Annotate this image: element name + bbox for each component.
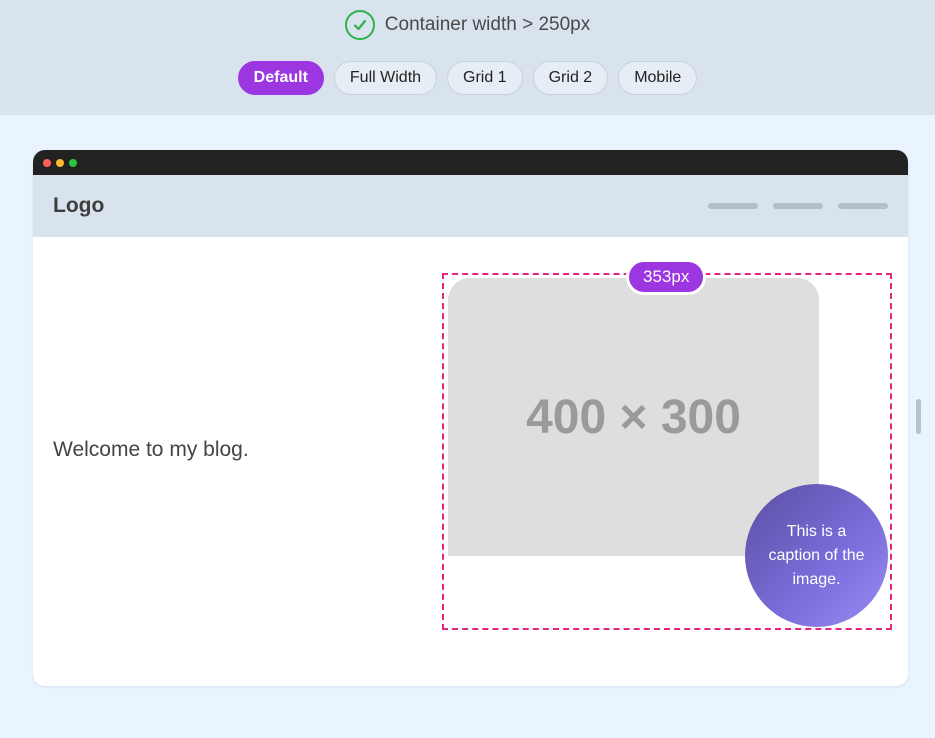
tab-grid-2[interactable]: Grid 2 bbox=[532, 61, 609, 95]
welcome-text: Welcome to my blog. bbox=[53, 438, 249, 461]
window-titlebar bbox=[33, 150, 908, 175]
layout-tabs: Default Full Width Grid 1 Grid 2 Mobile bbox=[0, 61, 935, 95]
nav-item-placeholder[interactable] bbox=[773, 203, 823, 209]
demo-toolbar: Container width > 250px Default Full Wid… bbox=[0, 0, 935, 115]
nav-item-placeholder[interactable] bbox=[708, 203, 758, 209]
container-status: Container width > 250px bbox=[0, 10, 935, 40]
figure-container: 400 × 300 353px This is a caption of the… bbox=[442, 259, 892, 630]
container-width-badge: 353px bbox=[626, 259, 707, 295]
site-logo: Logo bbox=[53, 194, 105, 217]
site-nav bbox=[708, 203, 888, 209]
maximize-dot-icon bbox=[69, 158, 77, 167]
check-icon bbox=[344, 10, 375, 40]
figure-caption: This is a caption of the image. bbox=[745, 484, 888, 627]
tab-grid-1[interactable]: Grid 1 bbox=[447, 61, 523, 95]
nav-item-placeholder[interactable] bbox=[838, 203, 888, 209]
tab-full-width[interactable]: Full Width bbox=[333, 61, 438, 95]
scroll-handle[interactable] bbox=[916, 399, 921, 434]
tab-mobile[interactable]: Mobile bbox=[618, 61, 698, 95]
site-header: Logo bbox=[33, 175, 908, 237]
tab-default[interactable]: Default bbox=[237, 61, 324, 95]
browser-window: Logo Welcome to my blog. 400 × 300 353px… bbox=[33, 150, 908, 686]
close-dot-icon bbox=[43, 158, 51, 167]
status-text: Container width > 250px bbox=[384, 14, 591, 35]
minimize-dot-icon bbox=[56, 158, 64, 167]
